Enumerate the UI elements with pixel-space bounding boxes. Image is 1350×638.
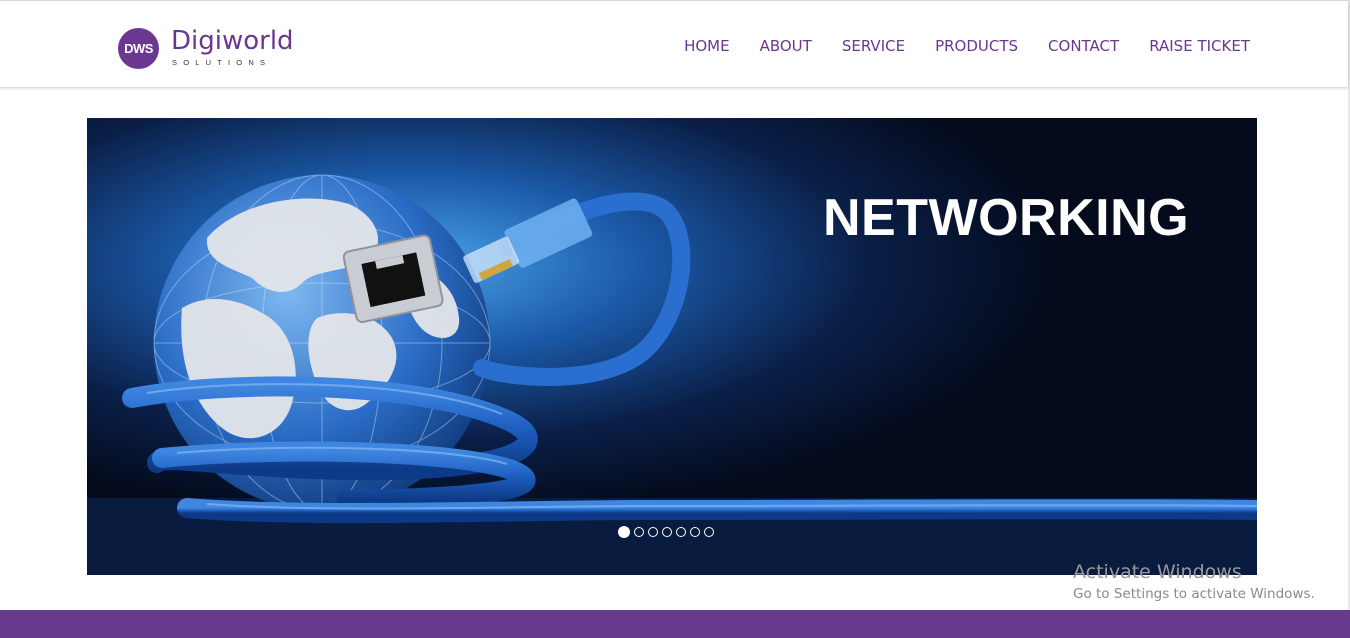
nav-raise-ticket[interactable]: RAISE TICKET — [1149, 37, 1250, 55]
nav-home[interactable]: HOME — [684, 37, 730, 55]
slider-dot-4[interactable] — [662, 527, 672, 537]
logo-badge-icon: DWS — [118, 28, 159, 69]
slider-dot-5[interactable] — [676, 527, 686, 537]
brand-tagline: SOLUTIONS — [172, 58, 272, 67]
slider-dot-7[interactable] — [704, 527, 714, 537]
nav-products[interactable]: PRODUCTS — [935, 37, 1018, 55]
nav-contact[interactable]: CONTACT — [1048, 37, 1119, 55]
brand-name: Digiworld — [171, 26, 294, 56]
watermark-subtitle: Go to Settings to activate Windows. — [1073, 586, 1315, 602]
hero-slider[interactable]: NETWORKING — [87, 118, 1257, 575]
nav-service[interactable]: SERVICE — [842, 37, 905, 55]
watermark-title: Activate Windows — [1073, 561, 1242, 583]
main-nav: HOME ABOUT SERVICE PRODUCTS CONTACT RAIS… — [684, 37, 1250, 55]
slider-dot-2[interactable] — [634, 527, 644, 537]
slider-dot-6[interactable] — [690, 527, 700, 537]
networking-globe-cable-image — [87, 118, 1257, 575]
nav-about[interactable]: ABOUT — [760, 37, 812, 55]
brand-logo[interactable]: DWS Digiworld SOLUTIONS — [118, 26, 298, 71]
site-header: DWS Digiworld SOLUTIONS HOME ABOUT SERVI… — [0, 0, 1348, 87]
slider-dot-3[interactable] — [648, 527, 658, 537]
slide-title: NETWORKING — [823, 189, 1190, 247]
slider-dot-1[interactable] — [618, 526, 630, 538]
windows-activation-watermark: Activate Windows Go to Settings to activ… — [1073, 561, 1315, 602]
footer-bar — [0, 610, 1350, 638]
slider-pagination — [618, 526, 714, 538]
